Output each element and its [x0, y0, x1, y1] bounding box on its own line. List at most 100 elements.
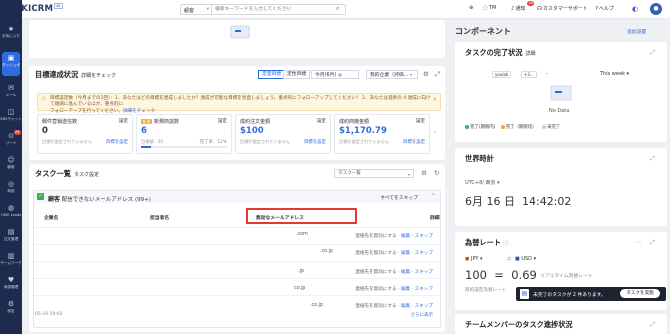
chevron-down-icon: ▾: [626, 71, 630, 77]
swap-icon[interactable]: ⇄: [507, 256, 511, 262]
table-row[interactable]: .co.jp 連絡先を無効にする · 編集 · スキップ: [34, 295, 440, 312]
edit-link[interactable]: 編集: [401, 304, 410, 309]
sidebar-item-settings[interactable]: ⚙ 設定: [0, 298, 22, 322]
chevron-down-icon: ▾: [410, 72, 413, 77]
disable-contact-link[interactable]: 連絡先を無効にする: [355, 304, 396, 309]
tab-qualitative-goals[interactable]: 定性目標: [283, 70, 311, 79]
table-row[interactable]: .jp 連絡先を無効にする · 編集 · スキップ: [34, 261, 440, 278]
reminder-text: 未完了のタスクが 2 件あります。: [533, 293, 606, 298]
range-select[interactable]: This week ▾: [600, 71, 629, 77]
email-domain: .co.jp: [320, 249, 333, 254]
legend-item-overdue: 完了（期限切）: [500, 124, 537, 130]
chevron-down-icon: ▾: [533, 256, 537, 262]
skip-link[interactable]: スキップ: [415, 304, 433, 309]
metric-card-order-amount[interactable]: 成約注文金額 設定 $100 目標が設定されていません 目標を設定: [235, 114, 331, 154]
metric-name: 新規 新規商談数: [141, 119, 180, 125]
expand-icon[interactable]: ⤢: [650, 49, 655, 57]
metric-card-new-deals[interactable]: 新規 新規商談数 設定 6 目標値：50 完了率：12%: [136, 114, 232, 154]
close-icon[interactable]: ×: [433, 97, 437, 103]
from-currency-select[interactable]: ● JPY ▾: [465, 256, 483, 262]
period-select[interactable]: 今月(6月) ▦: [311, 70, 359, 79]
world-clock-widget: 世界時計 ⤢ UTC+8/ 東京 ▾ 6月 16 日 14:42:02: [455, 148, 667, 226]
sidebar-item-orders[interactable]: ▤ 注文管理: [0, 226, 22, 250]
metric-settings-link[interactable]: 設定: [416, 118, 425, 124]
sidebar: ★お気に入り ▣ダッシュボード ✉メール ◫SNSチャット ⊙リード25 ☺顧客…: [0, 0, 22, 334]
metric-card-deal-amount[interactable]: 成約商機金額 設定 $1,170.79 目標が設定されていません 目標を設定: [334, 114, 430, 154]
company-select[interactable]: 我的企業（評価... ▾: [366, 70, 418, 79]
task-list-card: タスク一覧 タスク設定 タスク一覧 ▾ ⚙ ↻ ✓ 顧客 配信できないメールアドレス…: [29, 164, 445, 332]
add-component-link[interactable]: 追加設置: [627, 28, 646, 35]
task-filter-select[interactable]: タスク一覧 ▾: [334, 169, 414, 178]
sidebar-item-dashboard[interactable]: ▣ダッシュボード: [2, 52, 20, 76]
chevron-right-icon[interactable]: ›: [434, 129, 436, 136]
metric-settings-link[interactable]: 設定: [317, 118, 326, 124]
sidebar-item-favorites[interactable]: ★ お気に入り: [0, 23, 22, 47]
tab-quantitative-goals[interactable]: 定量目標: [258, 70, 286, 79]
table-row[interactable]: co.jp 連絡先を無効にする · 編集 · スキップ: [34, 278, 440, 295]
sidebar-item-customers[interactable]: ☺ 顧客: [0, 154, 22, 178]
settings-icon[interactable]: ⚙: [421, 169, 427, 177]
more-icon[interactable]: ⋯: [635, 239, 641, 246]
set-goal-link[interactable]: 目標を設定: [304, 139, 326, 145]
sidebar-item-mail[interactable]: ✉ メール: [0, 82, 22, 106]
avatar[interactable]: ●: [650, 3, 662, 15]
search-input[interactable]: [212, 4, 346, 15]
search-scope-select[interactable]: 顧客 ▾: [180, 4, 212, 15]
expand-icon[interactable]: ⤢: [650, 321, 655, 329]
member-chip-more[interactable]: +3...: [521, 71, 537, 78]
metric-card-email-sends[interactable]: 郵件营销送信数 設定 0 目標が設定されていません 目標を設定: [37, 114, 133, 154]
sidebar-item-teamwork[interactable]: ▥ チームワーク: [0, 250, 22, 274]
sidebar-item-approvals[interactable]: ♥ 承認管理: [0, 274, 22, 298]
edit-link[interactable]: 編集: [401, 270, 410, 275]
task-status-detail-link[interactable]: 詳細: [526, 51, 536, 57]
edit-link[interactable]: 編集: [401, 287, 410, 292]
member-chip[interactable]: youlak: [492, 71, 512, 78]
set-goal-link[interactable]: 目標を設定: [106, 139, 128, 145]
add-icon[interactable]: ⊕: [469, 5, 473, 11]
task-settings-link[interactable]: タスク設定: [74, 172, 99, 178]
skip-link[interactable]: スキップ: [415, 234, 433, 239]
metric-settings-link[interactable]: 設定: [119, 118, 128, 124]
metric-note: 目標が設定されていません: [339, 139, 389, 144]
do-task-button[interactable]: タスクを実施: [620, 289, 660, 298]
sidebar-item-leads[interactable]: ⊙ リード 25: [0, 130, 22, 154]
task-reminder-toast: ▤ 未完了のタスクが 2 件あります。 タスクを実施: [516, 287, 666, 301]
timezone-select[interactable]: UTC+8/ 東京 ▾: [465, 179, 500, 186]
table-row[interactable]: .co.jp 連絡先を無効にする · 編集 · スキップ: [34, 244, 440, 261]
sidebar-item-okki-leads[interactable]: ◍ OKKI Leads: [0, 202, 22, 226]
disable-contact-link[interactable]: 連絡先を無効にする: [355, 270, 396, 275]
expand-icon[interactable]: ⤢: [650, 239, 655, 247]
settings-icon[interactable]: ⚙: [423, 70, 429, 78]
tm-button[interactable]: ◌TM: [483, 5, 496, 11]
disable-contact-link[interactable]: 連絡先を無効にする: [355, 287, 396, 292]
show-more-link[interactable]: さらに表示: [411, 312, 434, 318]
metric-settings-link[interactable]: 設定: [218, 118, 227, 124]
support-button[interactable]: ☊カスタマーサポート: [537, 5, 588, 12]
to-currency-select[interactable]: ■ USD ▾: [515, 256, 536, 262]
metric-value: 0: [42, 126, 48, 136]
collapse-icon[interactable]: ⌃: [431, 193, 436, 200]
disable-contact-link[interactable]: 連絡先を無効にする: [355, 251, 396, 256]
chevron-down-icon: ▾: [480, 256, 483, 262]
notifications-button[interactable]: ♪通知: [511, 5, 526, 12]
sidebar-item-deals[interactable]: ◎ 商談: [0, 178, 22, 202]
refresh-icon[interactable]: ↻: [434, 169, 439, 177]
expand-icon[interactable]: ⤢: [435, 70, 440, 79]
skip-all-button[interactable]: すべてをスキップ: [380, 194, 418, 201]
metric-target: 目標値：50: [141, 139, 164, 144]
expand-icon[interactable]: ⤢: [650, 155, 655, 163]
warning-icon: ⚠: [41, 95, 47, 102]
skip-link[interactable]: スキップ: [415, 251, 433, 256]
disable-contact-link[interactable]: 連絡先を無効にする: [355, 234, 396, 239]
edit-link[interactable]: 編集: [401, 251, 410, 256]
set-goal-link[interactable]: 目標を設定: [403, 139, 425, 145]
sidebar-item-sns-chat[interactable]: ◫ SNSチャット: [0, 106, 22, 130]
skip-link[interactable]: スキップ: [415, 287, 433, 292]
search-icon[interactable]: ⌕: [336, 5, 339, 13]
ai-assistant-icon[interactable]: ◐: [632, 5, 638, 13]
skip-link[interactable]: スキップ: [415, 270, 433, 275]
edit-link[interactable]: 編集: [401, 234, 410, 239]
help-button[interactable]: ?ヘルプ: [595, 5, 614, 12]
goals-detail-link[interactable]: 詳細をチェック: [81, 73, 116, 79]
table-row[interactable]: .com 連絡先を無効にする · 編集 · スキップ: [34, 227, 440, 244]
